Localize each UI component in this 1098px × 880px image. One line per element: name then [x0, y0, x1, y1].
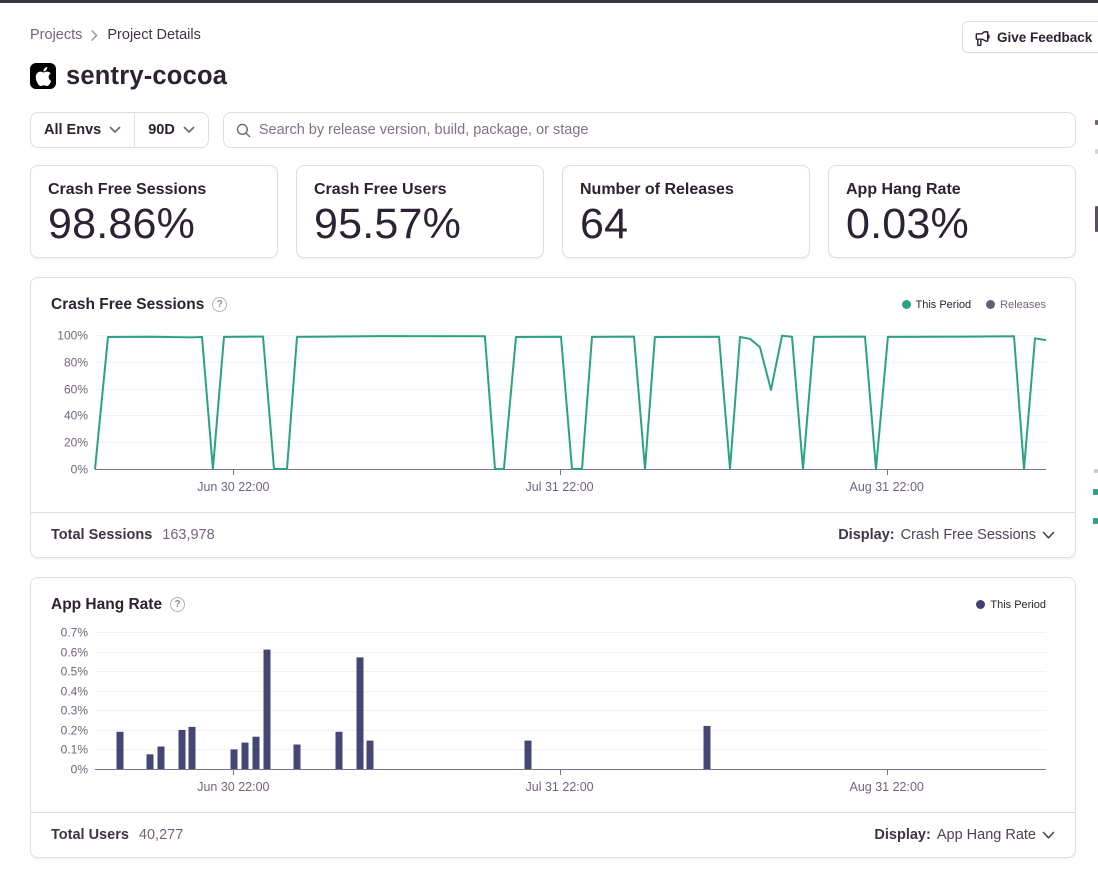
- svg-text:80%: 80%: [64, 356, 88, 370]
- environment-filter-label: All Envs: [44, 122, 101, 138]
- date-range-filter-label: 90D: [148, 122, 175, 138]
- chart-legend: This Period: [976, 599, 1046, 611]
- stat-card: Crash Free Users 95.57%: [296, 165, 544, 258]
- stat-card-label: Crash Free Users: [314, 181, 526, 199]
- stat-card-value: 0.03%: [846, 200, 1058, 249]
- stat-card-value: 95.57%: [314, 200, 526, 249]
- svg-text:0%: 0%: [71, 463, 89, 477]
- legend-item[interactable]: Releases: [986, 299, 1046, 311]
- display-label: Display:: [838, 527, 894, 543]
- total-label: Total Sessions: [51, 527, 152, 543]
- project-title-row: sentry-cocoa: [30, 62, 1098, 90]
- project-name: sentry-cocoa: [66, 62, 227, 91]
- legend-dot: [976, 600, 985, 609]
- stat-cards-row: Crash Free Sessions 98.86%Crash Free Use…: [30, 165, 1076, 258]
- project-details-page: Projects Project Details Give Feedback s…: [0, 3, 1098, 858]
- total-label: Total Users: [51, 827, 129, 843]
- legend-dot: [986, 300, 995, 309]
- svg-text:0%: 0%: [71, 763, 89, 777]
- filter-row: All Envs 90D: [30, 112, 1076, 148]
- cut-off-element-stub: [1093, 489, 1098, 495]
- svg-text:Aug 31 22:00: Aug 31 22:00: [850, 480, 924, 494]
- stat-card-label: App Hang Rate: [846, 181, 1058, 199]
- legend-label: Releases: [1000, 299, 1046, 311]
- stat-card-label: Crash Free Sessions: [48, 181, 260, 199]
- crash-free-sessions-panel: Crash Free Sessions ? This Period Releas…: [30, 277, 1076, 558]
- svg-text:20%: 20%: [64, 436, 88, 450]
- search-icon: [236, 123, 251, 138]
- give-feedback-button[interactable]: Give Feedback: [962, 21, 1098, 53]
- breadcrumb-chevron-icon: [91, 30, 98, 41]
- stat-card-label: Number of Releases: [580, 181, 792, 199]
- svg-text:100%: 100%: [57, 329, 88, 343]
- chevron-down-icon: [109, 126, 121, 134]
- chevron-down-icon: [183, 126, 195, 134]
- apple-platform-icon: [30, 63, 56, 89]
- give-feedback-label: Give Feedback: [997, 30, 1092, 45]
- chart-area[interactable]: 0% 20% 40% 60% 80% 100% Jun 30 22:00 Jul 31 22:…: [31, 318, 1075, 512]
- display-value: Crash Free Sessions: [901, 527, 1036, 543]
- environment-filter[interactable]: All Envs: [31, 113, 134, 147]
- release-search-bar[interactable]: [223, 112, 1076, 148]
- stat-card: Number of Releases 64: [562, 165, 810, 258]
- chart-legend: This Period Releases: [902, 299, 1047, 311]
- legend-item[interactable]: This Period: [976, 599, 1046, 611]
- date-range-filter[interactable]: 90D: [135, 113, 208, 147]
- svg-text:Jun 30 22:00: Jun 30 22:00: [197, 480, 269, 494]
- legend-label: This Period: [990, 599, 1046, 611]
- chart-header: Crash Free Sessions ? This Period Releas…: [31, 278, 1075, 318]
- legend-label: This Period: [916, 299, 972, 311]
- chart-title: Crash Free Sessions: [51, 296, 204, 314]
- breadcrumb-current: Project Details: [107, 27, 200, 43]
- header-row: Projects Project Details Give Feedback: [30, 3, 1098, 62]
- app-hang-rate-panel: App Hang Rate ? This Period 0% 0.1% 0.2% 0.…: [30, 577, 1076, 858]
- svg-text:0.6%: 0.6%: [61, 646, 89, 660]
- cut-off-element-stub: [1094, 469, 1098, 473]
- breadcrumb-projects-link[interactable]: Projects: [30, 27, 82, 43]
- help-icon[interactable]: ?: [212, 297, 227, 312]
- svg-text:60%: 60%: [64, 383, 88, 397]
- stat-card-value: 98.86%: [48, 200, 260, 249]
- svg-text:Aug 31 22:00: Aug 31 22:00: [850, 780, 924, 794]
- total-value: 40,277: [139, 827, 183, 843]
- stat-card: App Hang Rate 0.03%: [828, 165, 1076, 258]
- chart-footer: Total Users 40,277 Display: App Hang Rat…: [31, 812, 1075, 857]
- svg-text:0.2%: 0.2%: [61, 724, 89, 738]
- svg-text:Jul 31 22:00: Jul 31 22:00: [526, 780, 594, 794]
- chevron-down-icon: [1042, 831, 1055, 840]
- display-label: Display:: [874, 827, 930, 843]
- legend-item[interactable]: This Period: [902, 299, 972, 311]
- total-value: 163,978: [162, 527, 214, 543]
- svg-text:0.4%: 0.4%: [61, 685, 89, 699]
- breadcrumb: Projects Project Details: [30, 27, 201, 43]
- chart-header: App Hang Rate ? This Period: [31, 578, 1075, 618]
- display-value: App Hang Rate: [937, 827, 1036, 843]
- chevron-down-icon: [1042, 531, 1055, 540]
- display-select[interactable]: Display: App Hang Rate: [874, 827, 1055, 843]
- stat-card-value: 64: [580, 200, 792, 249]
- page-filter-bar: All Envs 90D: [30, 112, 209, 148]
- chart-footer: Total Sessions 163,978 Display: Crash Fr…: [31, 512, 1075, 557]
- megaphone-icon: [973, 29, 990, 46]
- help-icon[interactable]: ?: [170, 597, 185, 612]
- svg-text:Jul 31 22:00: Jul 31 22:00: [526, 480, 594, 494]
- svg-text:0.7%: 0.7%: [61, 626, 89, 640]
- legend-dot: [902, 300, 911, 309]
- chart-area[interactable]: 0% 0.1% 0.2% 0.3% 0.4% 0.5% 0.6% 0.7% Jun 30 22:…: [31, 618, 1075, 812]
- chart-title: App Hang Rate: [51, 596, 162, 614]
- svg-text:40%: 40%: [64, 409, 88, 423]
- display-select[interactable]: Display: Crash Free Sessions: [838, 527, 1055, 543]
- svg-text:0.5%: 0.5%: [61, 665, 89, 679]
- svg-text:0.1%: 0.1%: [61, 743, 89, 757]
- cut-off-element-stub: [1093, 518, 1098, 524]
- search-input[interactable]: [259, 122, 1063, 138]
- svg-text:Jun 30 22:00: Jun 30 22:00: [197, 780, 269, 794]
- svg-text:0.3%: 0.3%: [61, 704, 89, 718]
- stat-card: Crash Free Sessions 98.86%: [30, 165, 278, 258]
